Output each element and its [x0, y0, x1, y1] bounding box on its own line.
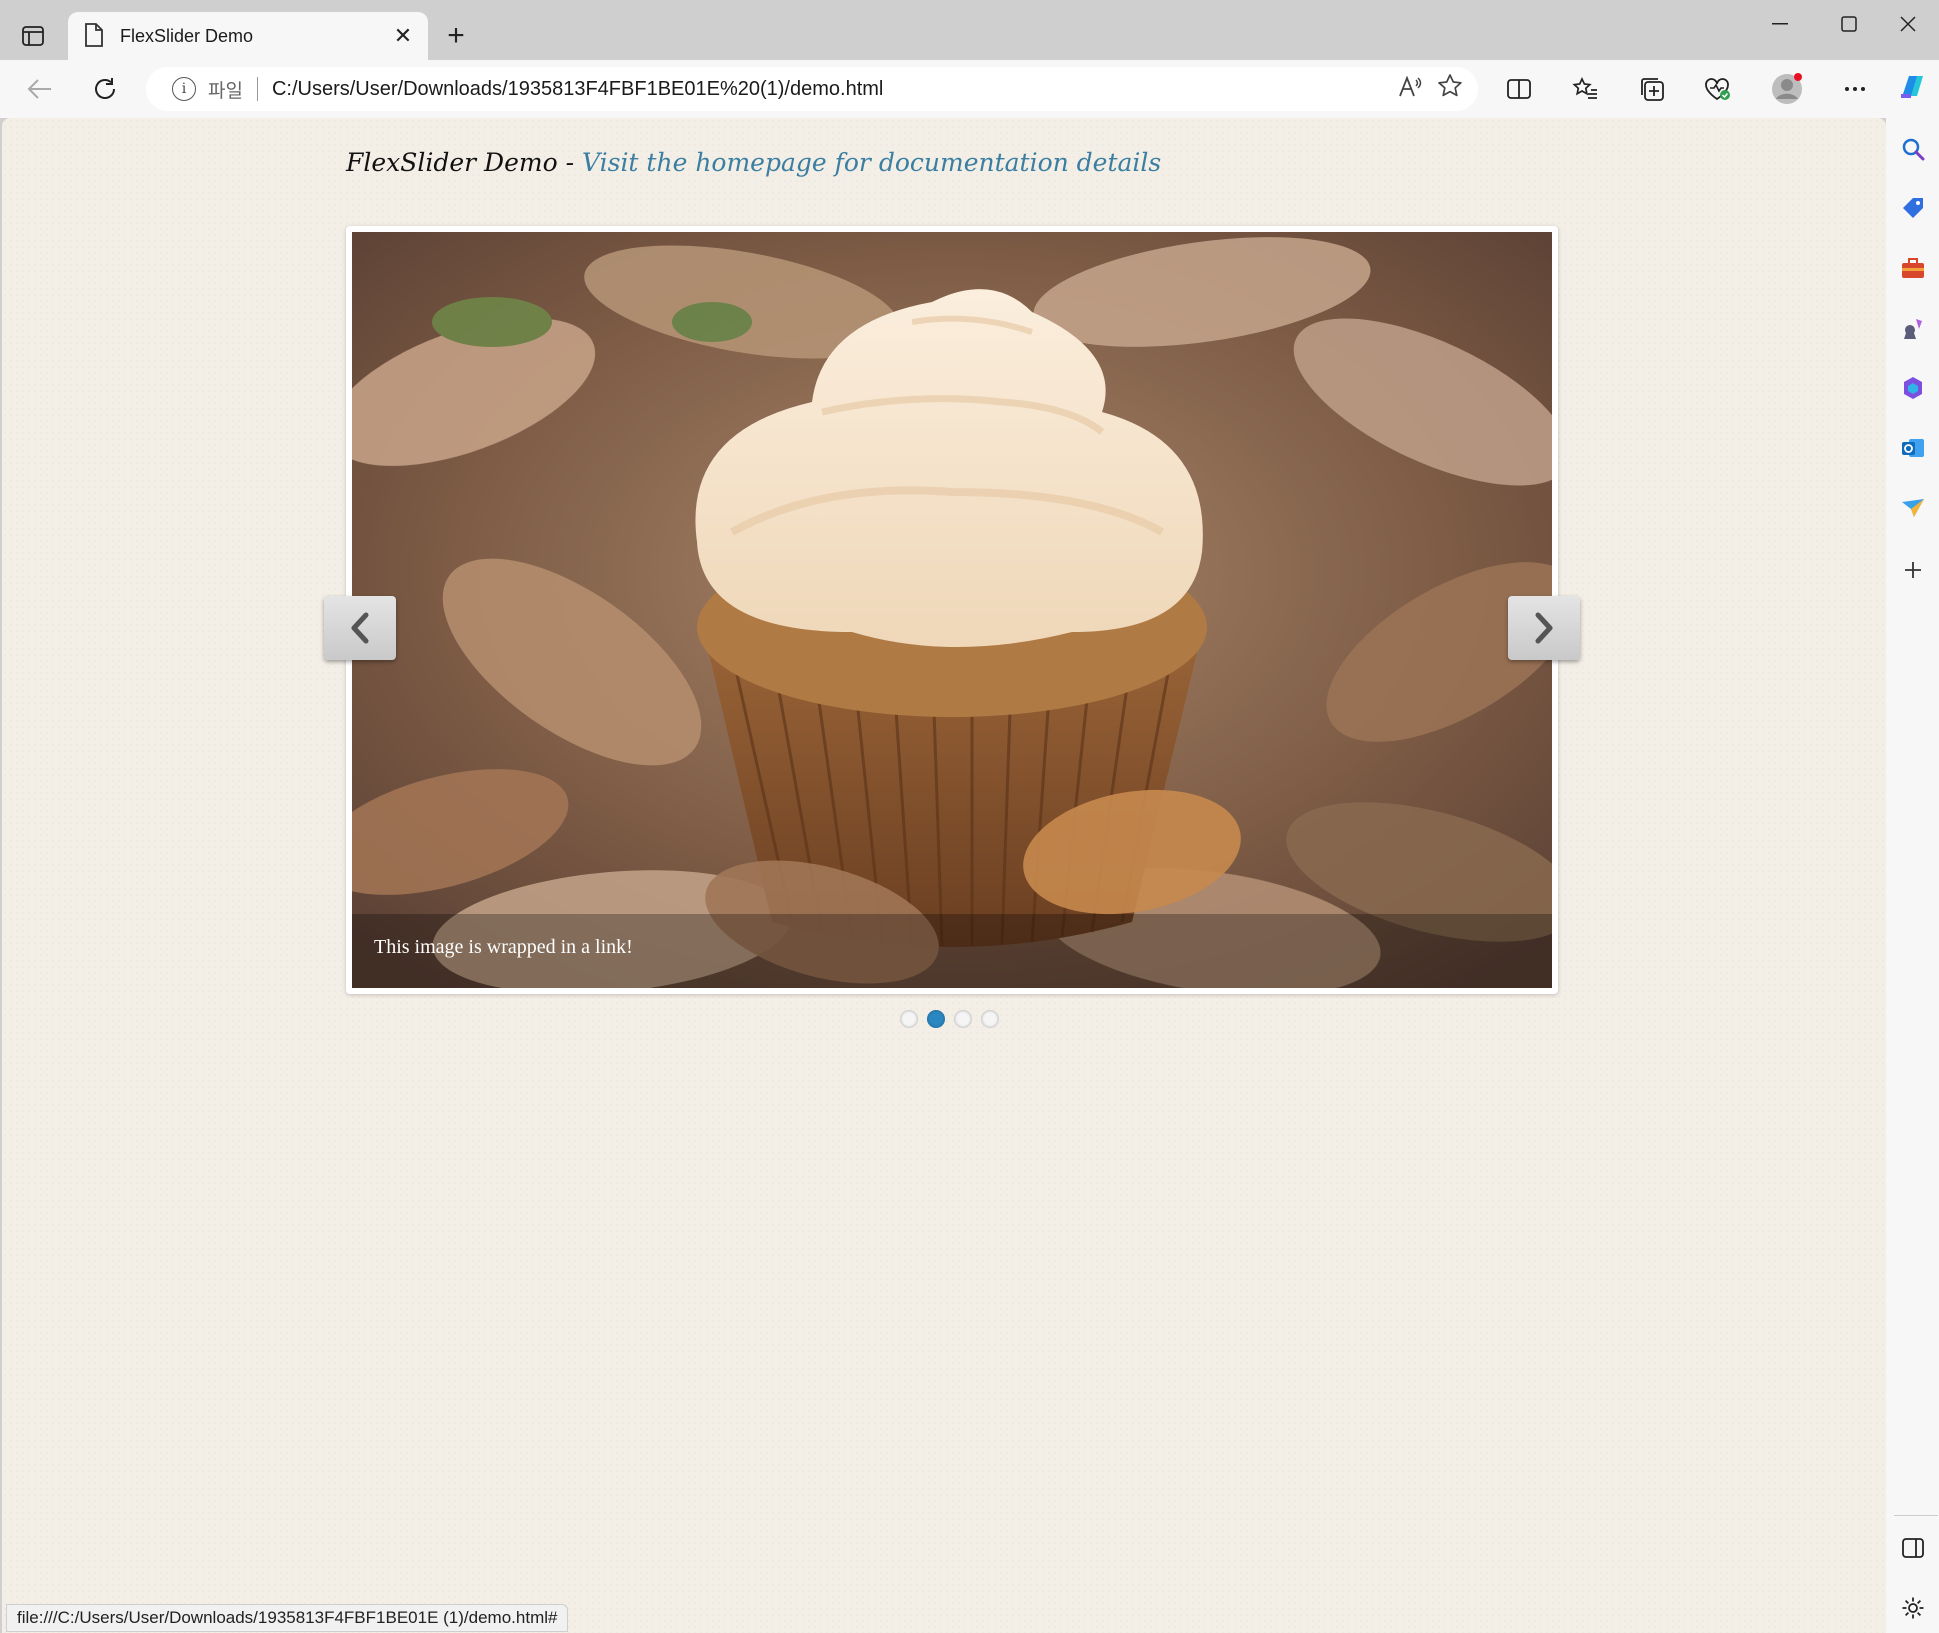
add-icon[interactable]: [1895, 552, 1931, 588]
sidebar-toggle-icon[interactable]: [1895, 1530, 1931, 1566]
split-screen-icon[interactable]: [1499, 69, 1539, 109]
new-tab-button[interactable]: +: [438, 18, 474, 54]
page-icon: [84, 23, 106, 49]
search-icon[interactable]: [1895, 131, 1931, 167]
sidebar-divider: [1894, 1515, 1938, 1516]
site-info-icon[interactable]: i: [172, 77, 196, 101]
page-heading: FlexSlider Demo - Visit the homepage for…: [346, 148, 1161, 177]
slide-caption: This image is wrapped in a link!: [352, 914, 1552, 988]
send-icon[interactable]: [1895, 490, 1931, 526]
heading-title: FlexSlider Demo -: [346, 148, 582, 177]
url-text[interactable]: C:/Users/User/Downloads/1935813F4FBF1BE0…: [272, 78, 1390, 101]
previous-slide-button[interactable]: [324, 596, 396, 660]
edge-sidebar: [1886, 60, 1939, 1633]
address-bar[interactable]: i 파일 C:/Users/User/Downloads/1935813F4FB…: [146, 67, 1478, 111]
office-icon[interactable]: [1895, 370, 1931, 406]
close-tab-icon[interactable]: ✕: [388, 21, 418, 51]
pagination-dot-2[interactable]: [927, 1010, 945, 1028]
favorite-star-icon[interactable]: [1430, 73, 1470, 106]
close-window-icon[interactable]: [1878, 6, 1938, 42]
browser-toolbar: i 파일 C:/Users/User/Downloads/1935813F4FB…: [0, 60, 1939, 118]
minimize-icon[interactable]: [1745, 6, 1815, 42]
flexslider: This image is wrapped in a link!: [346, 226, 1558, 994]
collections-icon[interactable]: [1632, 69, 1672, 109]
tab-actions-icon[interactable]: [14, 18, 52, 54]
title-bar: FlexSlider Demo ✕ +: [0, 0, 1939, 60]
cupcake-photo: [352, 232, 1552, 988]
toolbox-icon[interactable]: [1895, 250, 1931, 286]
tab-title: FlexSlider Demo: [120, 25, 254, 46]
maximize-icon[interactable]: [1814, 6, 1884, 42]
page-viewport: FlexSlider Demo - Visit the homepage for…: [2, 118, 1886, 1633]
pagination-dot-3[interactable]: [954, 1010, 972, 1028]
pagination-dot-1[interactable]: [900, 1010, 918, 1028]
chevron-left-icon: [351, 612, 369, 644]
status-bar-url: file:///C:/Users/User/Downloads/1935813F…: [6, 1604, 569, 1632]
caption-text: This image is wrapped in a link!: [374, 936, 633, 958]
slide-image-link[interactable]: This image is wrapped in a link!: [352, 232, 1552, 988]
next-slide-button[interactable]: [1508, 596, 1580, 660]
profile-avatar[interactable]: [1767, 69, 1807, 109]
gear-icon[interactable]: [1895, 1590, 1931, 1626]
tab-flexslider-demo[interactable]: FlexSlider Demo ✕: [68, 12, 428, 60]
more-menu-icon[interactable]: [1835, 69, 1875, 109]
chevron-right-icon: [1535, 612, 1553, 644]
slide-pagination: [900, 1010, 999, 1028]
scheme-label: 파일: [208, 80, 243, 102]
games-icon[interactable]: [1895, 310, 1931, 346]
shopping-tag-icon[interactable]: [1895, 190, 1931, 226]
copilot-icon[interactable]: [1895, 68, 1931, 104]
address-separator: [256, 77, 258, 101]
outlook-icon[interactable]: [1895, 430, 1931, 466]
favorites-icon[interactable]: [1565, 69, 1605, 109]
pagination-dot-4[interactable]: [981, 1010, 999, 1028]
read-aloud-icon[interactable]: [1390, 75, 1430, 103]
homepage-link[interactable]: Visit the homepage for documentation det…: [582, 148, 1161, 177]
browser-essentials-icon[interactable]: [1697, 69, 1737, 109]
refresh-icon[interactable]: [85, 69, 125, 109]
back-icon[interactable]: [20, 69, 60, 109]
